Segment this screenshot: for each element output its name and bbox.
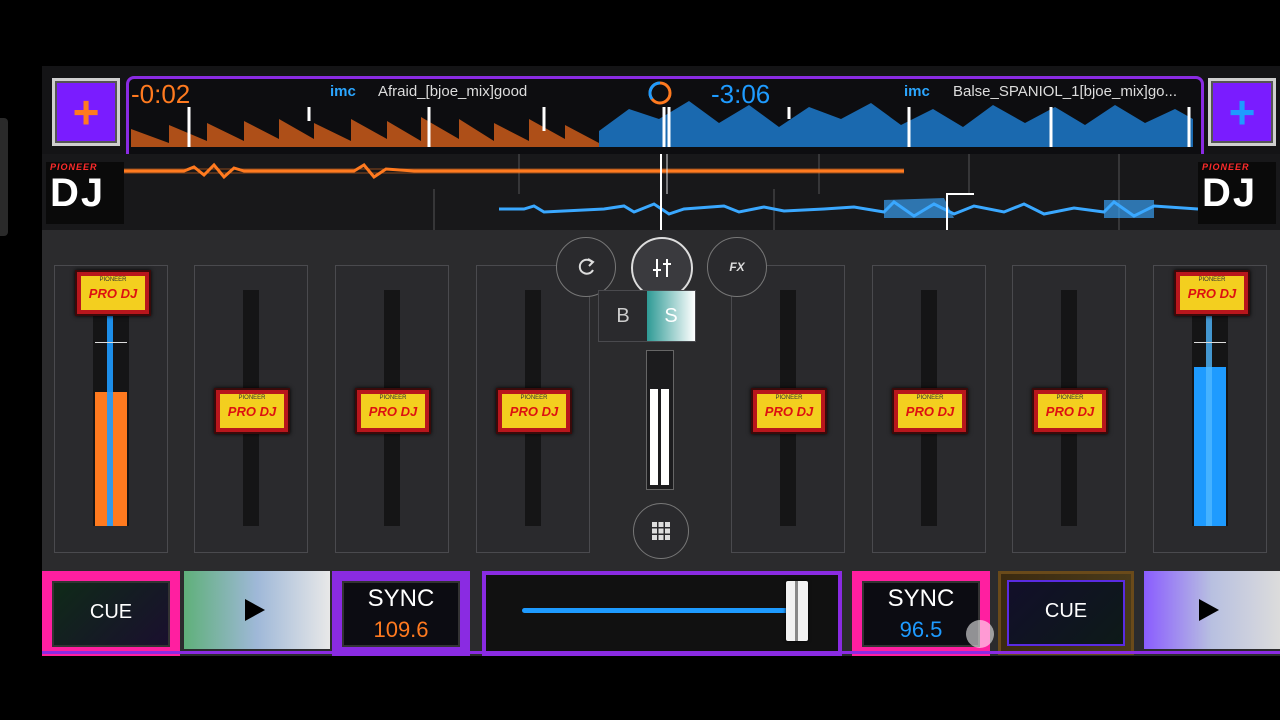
master-level-meter xyxy=(646,350,674,490)
bs-toggle: B S xyxy=(598,290,696,342)
deck-b-volume-channel: PIONEER PRO DJ xyxy=(1153,265,1267,553)
deck-a-id: imc xyxy=(330,83,356,100)
deck-b-play-button[interactable] xyxy=(1144,571,1280,649)
pioneer-dj-logo-left: PIONEER DJ xyxy=(46,162,124,224)
bottom-accent-line xyxy=(42,651,1280,654)
eq-channel-a-1: PIONEER PRO DJ xyxy=(194,265,308,553)
deck-b-volume-handle[interactable]: PIONEER PRO DJ xyxy=(1174,270,1250,316)
screen-edge-handle xyxy=(0,118,8,236)
add-track-deck-b-button[interactable]: + xyxy=(1208,78,1276,146)
master-meter-right xyxy=(661,389,669,485)
grid-menu-button[interactable] xyxy=(633,503,689,559)
zoom-waveform-area[interactable]: PIONEER DJ PIONEER DJ xyxy=(42,154,1280,230)
refresh-icon xyxy=(578,258,595,275)
deck-b-cue-button[interactable]: CUE xyxy=(998,571,1134,655)
eq-channel-b-3: PIONEER PRO DJ xyxy=(1012,265,1126,553)
crossfader-handle[interactable] xyxy=(786,581,808,641)
track-overview-waveforms[interactable]: -0:02 imc Afraid_[bjoe_mix]good -3:06 im… xyxy=(126,76,1204,158)
pioneer-dj-logo-right: PIONEER DJ xyxy=(1198,162,1276,224)
eq-a-2-knob[interactable]: PIONEER PRO DJ xyxy=(355,388,431,434)
deck-b-track-title: Balse_SPANIOL_1[bjoe_mix]go... xyxy=(953,83,1178,100)
deck-b-volume-meter xyxy=(1206,314,1212,526)
eq-a-3-knob[interactable]: PIONEER PRO DJ xyxy=(496,388,572,434)
eq-a-1-knob[interactable]: PIONEER PRO DJ xyxy=(214,388,290,434)
grid-icon xyxy=(652,522,670,540)
deck-a-sync-button[interactable]: SYNC 109.6 xyxy=(332,571,470,656)
deck-b-id: imc xyxy=(904,83,930,100)
deck-a-play-button[interactable] xyxy=(184,571,330,649)
dj-app: + + -0:02 imc Afraid_[bjoe_mix]good -3:0… xyxy=(42,66,1280,656)
top-bar: + + -0:02 imc Afraid_[bjoe_mix]good -3:0… xyxy=(42,66,1280,158)
eq-channel-a-2: PIONEER PRO DJ xyxy=(335,265,449,553)
deck-a-volume-handle[interactable]: PIONEER PRO DJ xyxy=(75,270,151,316)
eq-channel-b-2: PIONEER PRO DJ xyxy=(872,265,986,553)
eq-b-1-knob[interactable]: PIONEER PRO DJ xyxy=(751,388,827,434)
deck-b-remaining-time: -3:06 xyxy=(711,79,771,109)
fx-button[interactable]: FX xyxy=(707,237,767,297)
eq-channel-b-1: PIONEER PRO DJ xyxy=(731,265,845,553)
deck-a-volume-meter xyxy=(107,314,113,526)
eq-b-3-knob[interactable]: PIONEER PRO DJ xyxy=(1032,388,1108,434)
add-track-deck-a-button[interactable]: + xyxy=(52,78,120,146)
play-icon xyxy=(245,599,265,621)
sliders-icon xyxy=(653,259,671,277)
deck-a-bpm: 109.6 xyxy=(373,617,429,642)
deck-a-track-title: Afraid_[bjoe_mix]good xyxy=(378,83,528,100)
deck-b-volume-tick xyxy=(1194,342,1226,343)
loop-sync-button[interactable] xyxy=(556,237,616,297)
deck-a-volume-tick xyxy=(95,342,127,343)
sync-status-icon xyxy=(647,80,673,106)
deck-a-cue-button[interactable]: CUE xyxy=(42,571,180,656)
crossfader-panel xyxy=(482,571,842,656)
play-icon xyxy=(1199,599,1219,621)
zoom-waveform-svg xyxy=(124,154,1198,230)
s-toggle-button[interactable]: S xyxy=(647,291,695,341)
eq-channel-a-3: PIONEER PRO DJ xyxy=(476,265,590,553)
b-toggle-button[interactable]: B xyxy=(599,291,647,341)
deck-a-volume-channel: PIONEER PRO DJ xyxy=(54,265,168,553)
eq-b-2-knob[interactable]: PIONEER PRO DJ xyxy=(892,388,968,434)
crossfader-track[interactable] xyxy=(522,608,794,613)
deck-a-remaining-time: -0:02 xyxy=(131,79,191,109)
master-meter-left xyxy=(650,389,658,485)
touch-indicator xyxy=(966,620,994,648)
